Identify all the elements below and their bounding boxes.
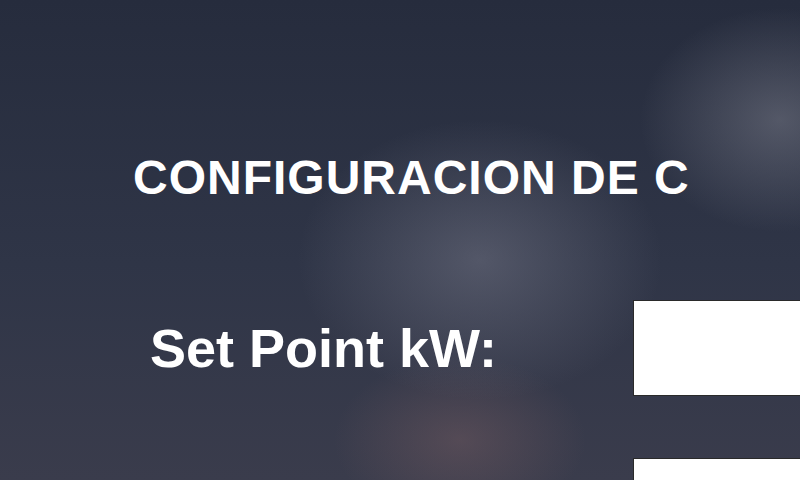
config-screen: CONFIGURACION DE C Set Point kW: <box>0 0 800 480</box>
config-form: Set Point kW: <box>133 300 800 480</box>
form-row <box>150 458 800 480</box>
form-row: Set Point kW: <box>150 300 800 396</box>
field-label: Set Point kW: <box>150 316 633 381</box>
field-input[interactable] <box>633 300 800 396</box>
field-input[interactable] <box>633 458 800 480</box>
page-title: CONFIGURACION DE C <box>133 148 800 208</box>
